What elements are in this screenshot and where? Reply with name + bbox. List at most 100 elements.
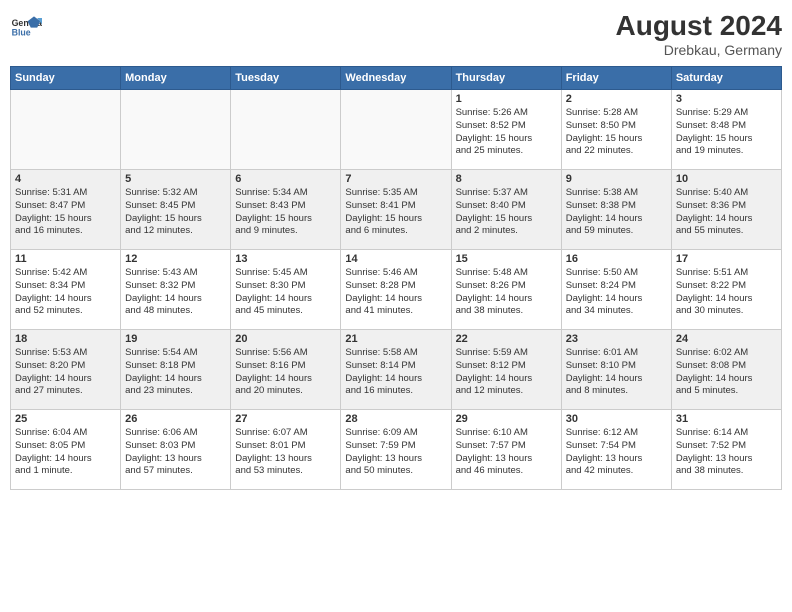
day-info: Sunrise: 6:09 AM Sunset: 7:59 PM Dayligh… <box>345 427 446 478</box>
day-number: 13 <box>235 253 336 265</box>
day-info: Sunrise: 5:31 AM Sunset: 8:47 PM Dayligh… <box>15 187 116 238</box>
weekday-header: Sunday <box>11 67 121 90</box>
calendar-day-cell: 22 Sunrise: 5:59 AM Sunset: 8:12 PM Dayli… <box>451 330 561 410</box>
day-number: 12 <box>125 253 226 265</box>
day-info: Sunrise: 5:32 AM Sunset: 8:45 PM Dayligh… <box>125 187 226 238</box>
day-number: 28 <box>345 413 446 425</box>
day-number: 4 <box>15 173 116 185</box>
page-header: General Blue August 2024 Drebkau, German… <box>10 10 782 58</box>
calendar-week-row: 1 Sunrise: 5:26 AM Sunset: 8:52 PM Daylig… <box>11 90 782 170</box>
calendar-day-cell: 2 Sunrise: 5:28 AM Sunset: 8:50 PM Daylig… <box>561 90 671 170</box>
day-info: Sunrise: 5:28 AM Sunset: 8:50 PM Dayligh… <box>566 107 667 158</box>
calendar-day-cell: 30Sunrise: 6:12 AM Sunset: 7:54 PM Dayli… <box>561 410 671 490</box>
calendar-day-cell: 31 Sunrise: 6:14 AM Sunset: 7:52 PM Dayli… <box>671 410 781 490</box>
weekday-header: Tuesday <box>231 67 341 90</box>
calendar-day-cell: 26Sunrise: 6:06 AM Sunset: 8:03 PM Dayli… <box>121 410 231 490</box>
calendar-week-row: 4 Sunrise: 5:31 AM Sunset: 8:47 PM Daylig… <box>11 170 782 250</box>
weekday-header: Wednesday <box>341 67 451 90</box>
day-info: Sunrise: 6:04 AM Sunset: 8:05 PM Dayligh… <box>15 427 116 478</box>
calendar-week-row: 11 Sunrise: 5:42 AM Sunset: 8:34 PM Dayli… <box>11 250 782 330</box>
calendar-day-cell: 12 Sunrise: 5:43 AM Sunset: 8:32 PM Dayli… <box>121 250 231 330</box>
calendar-day-cell <box>231 90 341 170</box>
calendar-day-cell: 11 Sunrise: 5:42 AM Sunset: 8:34 PM Dayli… <box>11 250 121 330</box>
day-info: Sunrise: 5:50 AM Sunset: 8:24 PM Dayligh… <box>566 267 667 318</box>
day-number: 5 <box>125 173 226 185</box>
day-info: Sunrise: 5:54 AM Sunset: 8:18 PM Dayligh… <box>125 347 226 398</box>
calendar-day-cell: 28 Sunrise: 6:09 AM Sunset: 7:59 PM Dayli… <box>341 410 451 490</box>
calendar-day-cell: 14Sunrise: 5:46 AM Sunset: 8:28 PM Dayli… <box>341 250 451 330</box>
calendar-day-cell: 19 Sunrise: 5:54 AM Sunset: 8:18 PM Dayli… <box>121 330 231 410</box>
day-number: 11 <box>15 253 116 265</box>
day-info: Sunrise: 6:02 AM Sunset: 8:08 PM Dayligh… <box>676 347 777 398</box>
day-info: Sunrise: 5:59 AM Sunset: 8:12 PM Dayligh… <box>456 347 557 398</box>
day-info: Sunrise: 5:53 AM Sunset: 8:20 PM Dayligh… <box>15 347 116 398</box>
calendar-day-cell: 4 Sunrise: 5:31 AM Sunset: 8:47 PM Daylig… <box>11 170 121 250</box>
calendar-day-cell: 18 Sunrise: 5:53 AM Sunset: 8:20 PM Dayli… <box>11 330 121 410</box>
day-info: Sunrise: 6:07 AM Sunset: 8:01 PM Dayligh… <box>235 427 336 478</box>
day-number: 20 <box>235 333 336 345</box>
calendar-day-cell: 17 Sunrise: 5:51 AM Sunset: 8:22 PM Dayli… <box>671 250 781 330</box>
calendar-table: SundayMondayTuesdayWednesdayThursdayFrid… <box>10 66 782 490</box>
calendar-day-cell: 16Sunrise: 5:50 AM Sunset: 8:24 PM Dayli… <box>561 250 671 330</box>
day-number: 23 <box>566 333 667 345</box>
day-info: Sunrise: 5:29 AM Sunset: 8:48 PM Dayligh… <box>676 107 777 158</box>
calendar-day-cell: 1 Sunrise: 5:26 AM Sunset: 8:52 PM Daylig… <box>451 90 561 170</box>
day-number: 18 <box>15 333 116 345</box>
weekday-header: Friday <box>561 67 671 90</box>
calendar-day-cell: 24 Sunrise: 6:02 AM Sunset: 8:08 PM Dayli… <box>671 330 781 410</box>
day-number: 30 <box>566 413 667 425</box>
day-info: Sunrise: 5:48 AM Sunset: 8:26 PM Dayligh… <box>456 267 557 318</box>
calendar-week-row: 18 Sunrise: 5:53 AM Sunset: 8:20 PM Dayli… <box>11 330 782 410</box>
day-info: Sunrise: 5:51 AM Sunset: 8:22 PM Dayligh… <box>676 267 777 318</box>
day-number: 22 <box>456 333 557 345</box>
calendar-day-cell: 29Sunrise: 6:10 AM Sunset: 7:57 PM Dayli… <box>451 410 561 490</box>
day-number: 25 <box>15 413 116 425</box>
day-info: Sunrise: 5:34 AM Sunset: 8:43 PM Dayligh… <box>235 187 336 238</box>
calendar-day-cell: 27 Sunrise: 6:07 AM Sunset: 8:01 PM Dayli… <box>231 410 341 490</box>
weekday-header: Saturday <box>671 67 781 90</box>
calendar-day-cell <box>11 90 121 170</box>
day-info: Sunrise: 5:42 AM Sunset: 8:34 PM Dayligh… <box>15 267 116 318</box>
day-number: 10 <box>676 173 777 185</box>
day-info: Sunrise: 5:35 AM Sunset: 8:41 PM Dayligh… <box>345 187 446 238</box>
title-area: August 2024 Drebkau, Germany <box>616 10 783 58</box>
day-info: Sunrise: 6:14 AM Sunset: 7:52 PM Dayligh… <box>676 427 777 478</box>
calendar-day-cell <box>121 90 231 170</box>
day-number: 17 <box>676 253 777 265</box>
calendar-day-cell: 23 Sunrise: 6:01 AM Sunset: 8:10 PM Dayli… <box>561 330 671 410</box>
calendar-day-cell: 25 Sunrise: 6:04 AM Sunset: 8:05 PM Dayli… <box>11 410 121 490</box>
logo: General Blue <box>10 10 42 42</box>
day-number: 8 <box>456 173 557 185</box>
calendar-day-cell <box>341 90 451 170</box>
logo-icon: General Blue <box>10 10 42 42</box>
weekday-header: Thursday <box>451 67 561 90</box>
day-number: 27 <box>235 413 336 425</box>
day-number: 21 <box>345 333 446 345</box>
day-number: 29 <box>456 413 557 425</box>
day-number: 31 <box>676 413 777 425</box>
day-number: 2 <box>566 93 667 105</box>
calendar-day-cell: 10Sunrise: 5:40 AM Sunset: 8:36 PM Dayli… <box>671 170 781 250</box>
calendar-day-cell: 20 Sunrise: 5:56 AM Sunset: 8:16 PM Dayli… <box>231 330 341 410</box>
calendar-day-cell: 5 Sunrise: 5:32 AM Sunset: 8:45 PM Daylig… <box>121 170 231 250</box>
day-number: 15 <box>456 253 557 265</box>
calendar-day-cell: 21Sunrise: 5:58 AM Sunset: 8:14 PM Dayli… <box>341 330 451 410</box>
day-info: Sunrise: 5:38 AM Sunset: 8:38 PM Dayligh… <box>566 187 667 238</box>
weekday-header: Monday <box>121 67 231 90</box>
location-title: Drebkau, Germany <box>616 42 783 58</box>
month-year-title: August 2024 <box>616 10 783 42</box>
calendar-week-row: 25 Sunrise: 6:04 AM Sunset: 8:05 PM Dayli… <box>11 410 782 490</box>
day-info: Sunrise: 6:01 AM Sunset: 8:10 PM Dayligh… <box>566 347 667 398</box>
day-info: Sunrise: 5:56 AM Sunset: 8:16 PM Dayligh… <box>235 347 336 398</box>
day-number: 9 <box>566 173 667 185</box>
day-number: 14 <box>345 253 446 265</box>
day-info: Sunrise: 5:26 AM Sunset: 8:52 PM Dayligh… <box>456 107 557 158</box>
day-number: 24 <box>676 333 777 345</box>
day-number: 19 <box>125 333 226 345</box>
day-info: Sunrise: 5:43 AM Sunset: 8:32 PM Dayligh… <box>125 267 226 318</box>
calendar-day-cell: 6Sunrise: 5:34 AM Sunset: 8:43 PM Daylig… <box>231 170 341 250</box>
day-number: 1 <box>456 93 557 105</box>
weekday-header-row: SundayMondayTuesdayWednesdayThursdayFrid… <box>11 67 782 90</box>
calendar-day-cell: 13Sunrise: 5:45 AM Sunset: 8:30 PM Dayli… <box>231 250 341 330</box>
svg-text:Blue: Blue <box>12 28 31 38</box>
